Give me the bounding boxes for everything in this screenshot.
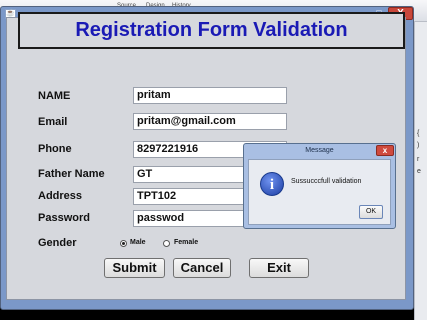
ide-code-edge: { ) r e	[414, 22, 427, 320]
email-label: Email	[38, 116, 68, 128]
ok-button[interactable]: OK	[359, 205, 383, 219]
ide-code-mark: r	[417, 156, 420, 163]
gender-label: Gender	[38, 237, 77, 249]
dialog-title: Message	[305, 147, 334, 154]
name-label: NAME	[38, 90, 71, 102]
dialog-close-button[interactable]: x	[376, 145, 394, 156]
cancel-button[interactable]: Cancel	[173, 258, 231, 278]
gender-male-radio[interactable]	[120, 240, 127, 247]
gender-male-label: Male	[130, 239, 146, 246]
password-label: Password	[38, 212, 90, 224]
message-dialog: Message x i Sussucccfull validation OK	[243, 143, 396, 229]
ide-code-mark: e	[417, 168, 421, 175]
info-icon: i	[260, 172, 284, 196]
form-title-box: Registration Form Validation	[18, 12, 405, 49]
ide-code-mark: {	[417, 130, 420, 137]
gender-female-label: Female	[174, 239, 199, 246]
father-name-label: Father Name	[38, 168, 105, 180]
submit-button[interactable]: Submit	[104, 258, 165, 278]
name-field[interactable]: pritam	[133, 87, 287, 104]
email-field[interactable]: pritam@gmail.com	[133, 113, 287, 130]
form-title: Registration Form Validation	[75, 19, 348, 41]
dialog-message: Sussucccfull validation	[291, 178, 362, 185]
address-label: Address	[38, 190, 83, 202]
gender-female-radio[interactable]	[163, 240, 170, 247]
dialog-body: i Sussucccfull validation OK	[248, 159, 391, 225]
exit-button[interactable]: Exit	[249, 258, 309, 278]
phone-label: Phone	[38, 143, 72, 155]
ide-code-mark: )	[417, 142, 420, 149]
